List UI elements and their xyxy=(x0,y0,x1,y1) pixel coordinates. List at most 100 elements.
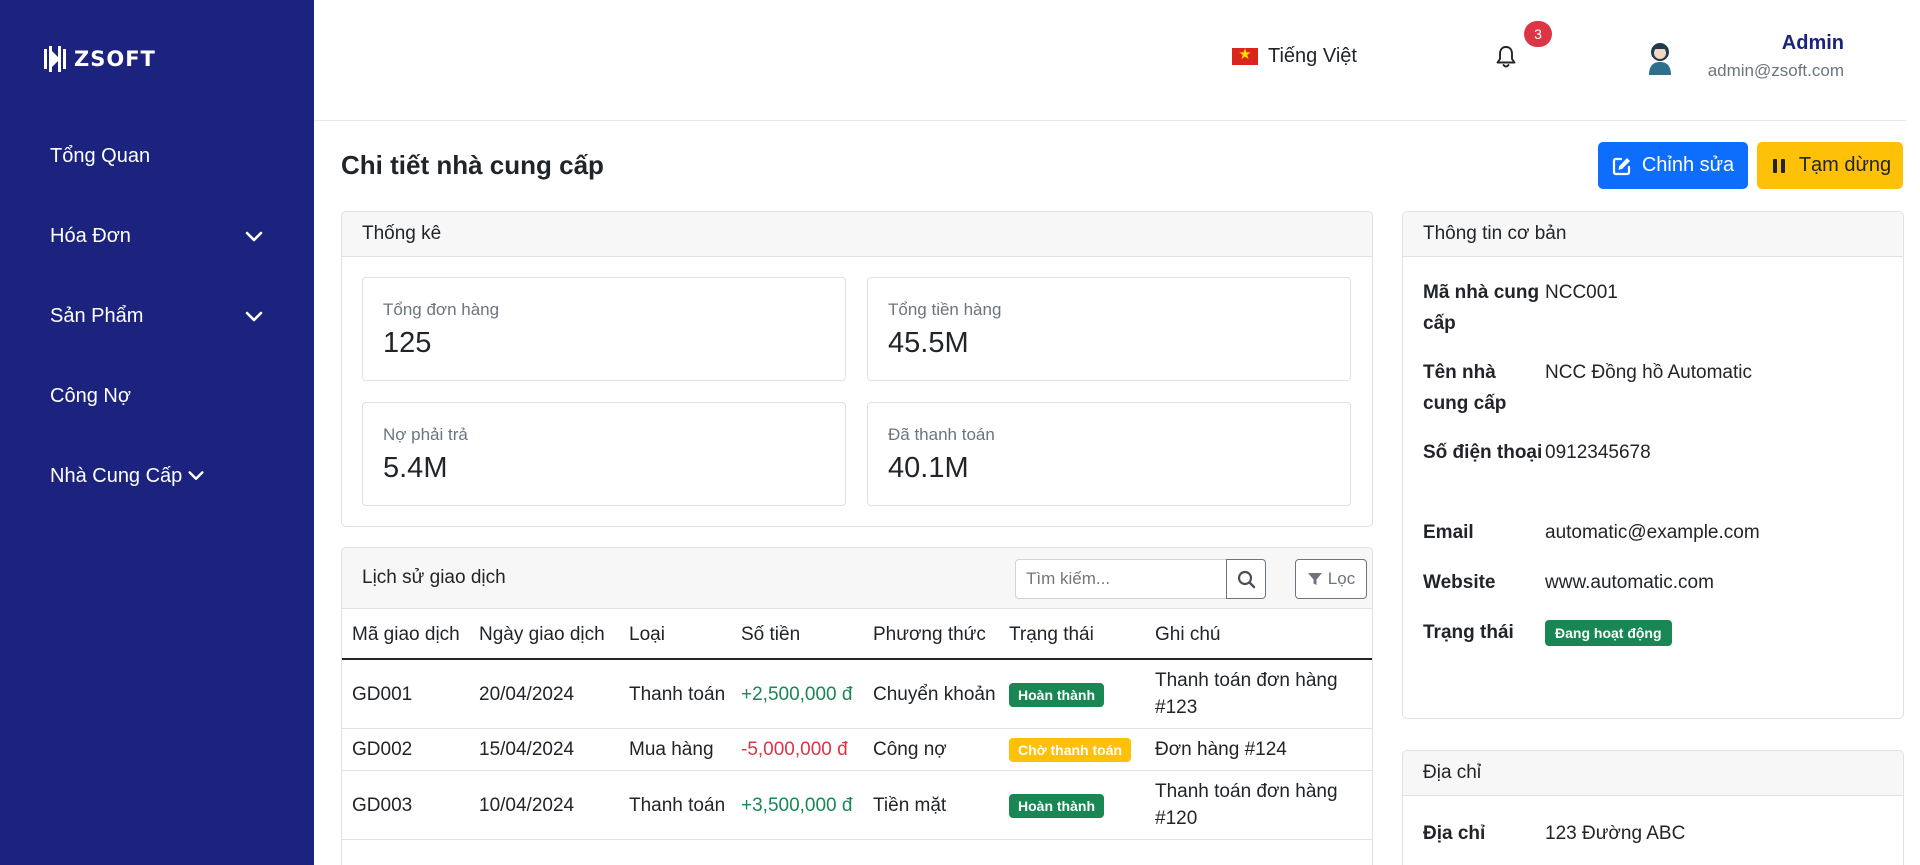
status-badge: Đang hoạt động xyxy=(1545,620,1672,646)
info-row-email: Email automatic@example.com xyxy=(1423,517,1760,548)
bell-icon[interactable] xyxy=(1494,44,1518,70)
filter-button[interactable]: Lọc xyxy=(1295,559,1367,599)
pause-button[interactable]: Tạm dừng xyxy=(1757,142,1903,189)
chevron-down-icon xyxy=(245,311,263,322)
info-row-address: Địa chỉ 123 Đường ABC xyxy=(1423,818,1685,849)
sidebar-item-label: Hóa Đơn xyxy=(50,224,131,247)
cell-id: GD001 xyxy=(342,659,469,729)
info-value[interactable]: automatic@example.com xyxy=(1545,517,1760,548)
cell-type: Mua hàng xyxy=(619,728,731,771)
column-header[interactable]: Trạng thái xyxy=(999,609,1145,660)
sidebar-item-label: Sản Phẩm xyxy=(50,304,144,327)
cell-note: Thanh toán đơn hàng #120 xyxy=(1145,770,1372,840)
cell-amount: -5,000,000 đ xyxy=(731,728,863,771)
info-row-status: Trạng thái Đang hoạt động xyxy=(1423,617,1672,648)
search-input[interactable] xyxy=(1015,559,1227,599)
user-email: admin@zsoft.com xyxy=(1707,61,1844,80)
cell-method: Chuyển khoản xyxy=(863,659,999,729)
status-badge: Chờ thanh toán xyxy=(1009,738,1132,762)
info-label: Email xyxy=(1423,522,1474,543)
column-header[interactable]: Loại xyxy=(619,609,731,660)
stat-total-amount: Tổng tiền hàng 45.5M xyxy=(867,277,1351,381)
sidebar-item-debts[interactable]: Công Nợ xyxy=(0,356,314,436)
cell-method: Công nợ xyxy=(863,728,999,771)
stat-paid: Đã thanh toán 40.1M xyxy=(867,402,1351,506)
stat-payable-debt: Nợ phải trả 5.4M xyxy=(362,402,846,506)
column-header[interactable]: Mã giao dịch xyxy=(342,609,469,660)
sidebar-item-label: Nhà Cung Cấp xyxy=(50,464,183,487)
pause-button-label: Tạm dừng xyxy=(1798,154,1892,176)
cell-id: GD003 xyxy=(342,770,469,840)
language-label: Tiếng Việt xyxy=(1268,45,1357,67)
table-row[interactable]: GD001 20/04/2024 Thanh toán +2,500,000 đ… xyxy=(342,659,1372,729)
search-button[interactable] xyxy=(1226,559,1266,599)
edit-icon xyxy=(1612,157,1630,175)
info-row-website: Website www.automatic.com xyxy=(1423,567,1714,598)
info-value: NCC Đồng hồ Automatic xyxy=(1545,362,1752,383)
sidebar: ZSOFT Tổng Quan Hóa Đơn Sản Phẩm Công Nợ… xyxy=(0,0,314,865)
stat-value: 5.4M xyxy=(383,452,448,484)
cell-type: Thanh toán xyxy=(619,659,731,729)
sidebar-item-label: Tổng Quan xyxy=(50,144,151,167)
stat-label: Tổng đơn hàng xyxy=(383,300,500,319)
stat-label: Đã thanh toán xyxy=(888,425,995,444)
status-badge: Hoàn thành xyxy=(1009,682,1104,707)
logo[interactable]: ZSOFT xyxy=(42,44,156,74)
basic-info-card: Thông tin cơ bản Mã nhà cung cấp NCC001 … xyxy=(1402,211,1904,719)
table-header-row: Mã giao dịch Ngày giao dịch Loại Số tiền… xyxy=(342,609,1372,660)
edit-button[interactable]: Chỉnh sửa xyxy=(1598,142,1748,189)
sidebar-item-overview[interactable]: Tổng Quan xyxy=(0,116,314,196)
transactions-title: Lịch sử giao dịch xyxy=(362,567,506,588)
cell-date: 15/04/2024 xyxy=(469,728,619,771)
notification-count-badge: 3 xyxy=(1524,21,1552,47)
transactions-card: Lịch sử giao dịch Lọc Mã giao xyxy=(341,547,1373,865)
chevron-down-icon xyxy=(188,471,204,480)
stat-label: Tổng tiền hàng xyxy=(888,300,1002,319)
cell-status: Hoàn thành xyxy=(999,770,1145,840)
cell-type: Thanh toán xyxy=(619,770,731,840)
info-label: Tên nhà cung cấp xyxy=(1423,362,1507,414)
column-header[interactable]: Phương thức xyxy=(863,609,999,660)
cell-note: Đơn hàng #124 xyxy=(1145,728,1372,771)
vietnam-flag-icon xyxy=(1232,45,1258,65)
info-value[interactable]: www.automatic.com xyxy=(1545,567,1714,598)
pause-icon xyxy=(1772,158,1785,173)
status-badge: Hoàn thành xyxy=(1009,793,1104,818)
cell-date: 10/04/2024 xyxy=(469,770,619,840)
sidebar-item-suppliers[interactable]: Nhà Cung Cấp xyxy=(0,436,314,516)
language-selector[interactable]: Tiếng Việt xyxy=(1232,45,1357,68)
sidebar-item-label: Công Nợ xyxy=(50,384,131,407)
page-title: Chi tiết nhà cung cấp xyxy=(341,150,604,180)
cell-status: Chờ thanh toán xyxy=(999,728,1145,771)
info-row-phone: Số điện thoại 0912345678 xyxy=(1423,437,1651,468)
search-icon xyxy=(1237,570,1255,588)
sidebar-item-products[interactable]: Sản Phẩm xyxy=(0,276,314,356)
cell-date: 20/04/2024 xyxy=(469,659,619,729)
user-name[interactable]: Admin xyxy=(1714,32,1844,55)
logo-text: ZSOFT xyxy=(74,47,156,71)
table-row[interactable]: GD003 10/04/2024 Thanh toán +3,500,000 đ… xyxy=(342,770,1372,840)
stat-total-orders: Tổng đơn hàng 125 xyxy=(362,277,846,381)
cell-note: Thanh toán đơn hàng #123 xyxy=(1145,659,1372,729)
sidebar-item-invoices[interactable]: Hóa Đơn xyxy=(0,196,314,276)
main-content: Tiếng Việt 3 Admin admin@zsoft.com Chi t… xyxy=(314,0,1920,865)
info-value: 123 Đường ABC xyxy=(1545,823,1686,844)
info-label: Mã nhà cung cấp xyxy=(1423,282,1540,334)
topbar: Tiếng Việt 3 Admin admin@zsoft.com xyxy=(314,0,1906,121)
stat-value: 45.5M xyxy=(888,327,969,359)
info-row-name: Tên nhà cung cấp NCC Đồng hồ Automatic xyxy=(1423,357,1752,419)
info-value: Đang hoạt động xyxy=(1545,617,1672,648)
filter-label: Lọc xyxy=(1327,569,1356,588)
column-header[interactable]: Số tiền xyxy=(731,609,863,660)
chevron-down-icon xyxy=(245,231,263,242)
column-header[interactable]: Ghi chú xyxy=(1145,609,1372,660)
filter-icon xyxy=(1307,573,1322,585)
cell-id: GD002 xyxy=(342,728,469,771)
cell-method: Tiền mặt xyxy=(863,770,999,840)
info-value: 0912345678 xyxy=(1545,442,1651,463)
column-header[interactable]: Ngày giao dịch xyxy=(469,609,619,660)
stat-label: Nợ phải trả xyxy=(383,425,468,444)
table-row[interactable]: GD002 15/04/2024 Mua hàng -5,000,000 đ C… xyxy=(342,728,1372,771)
stats-card: Thống kê Tổng đơn hàng 125 Tổng tiền hàn… xyxy=(341,211,1373,527)
edit-button-label: Chỉnh sửa xyxy=(1641,154,1735,176)
